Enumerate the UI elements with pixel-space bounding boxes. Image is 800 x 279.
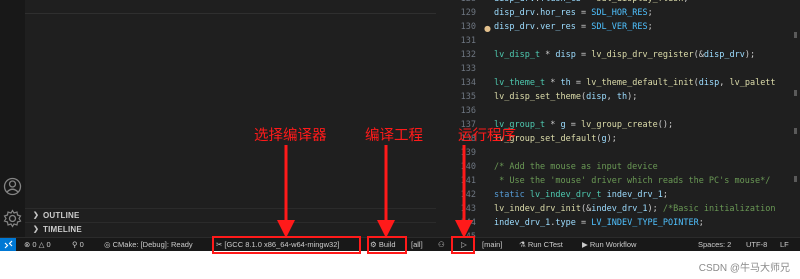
annotation-arrows xyxy=(277,145,473,238)
